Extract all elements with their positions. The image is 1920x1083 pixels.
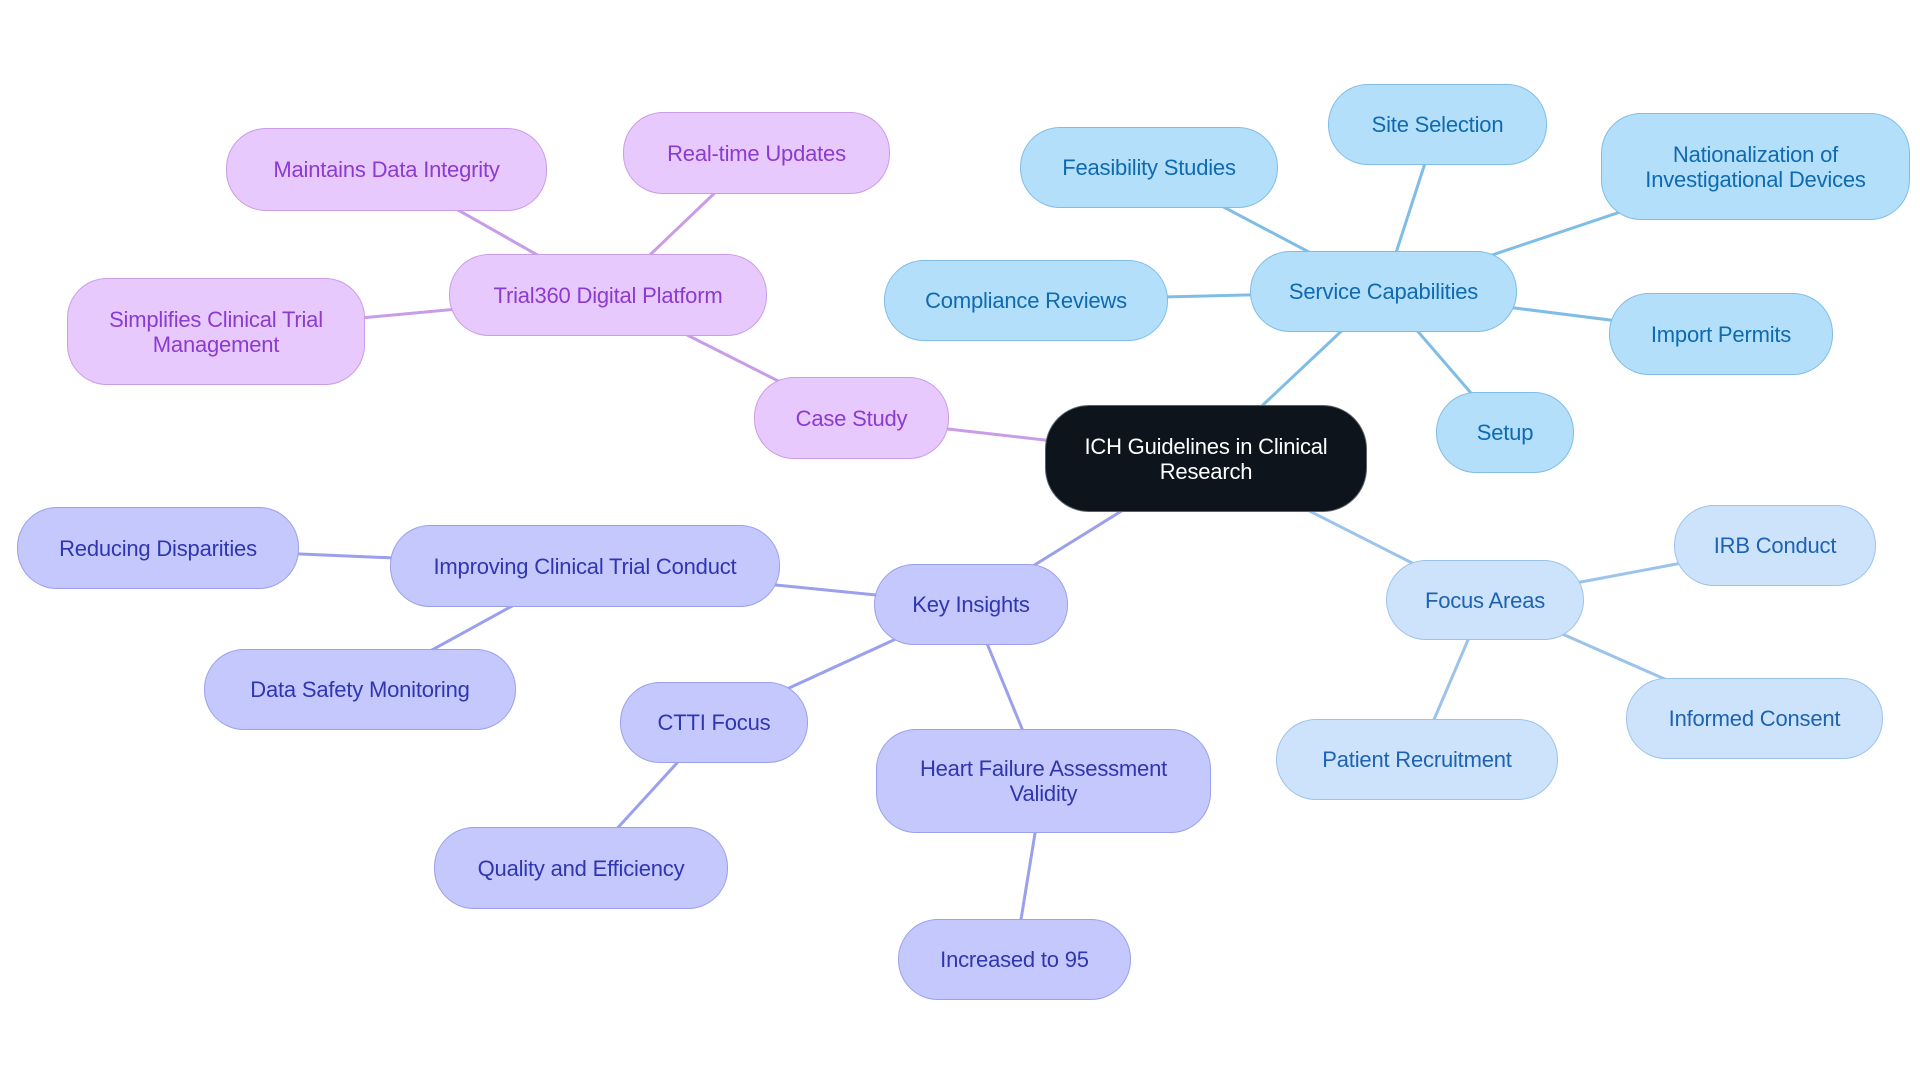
node-label: Case Study [795, 405, 908, 431]
node-case-study[interactable]: Case Study [754, 377, 949, 459]
node-label: Setup [1476, 420, 1534, 445]
node-label: Site Selection [1371, 112, 1504, 137]
node-label: Simplifies Clinical Trial Management [109, 306, 323, 357]
node-label: Key Insights [912, 592, 1030, 617]
node-import-permits[interactable]: Import Permits [1609, 293, 1833, 375]
node-label: Focus Areas [1424, 587, 1546, 613]
node-label: Real-time Updates [667, 140, 846, 166]
node-focus-areas[interactable]: Focus Areas [1386, 560, 1584, 640]
node-informed-consent[interactable]: Informed Consent [1626, 678, 1883, 759]
node-label: IRB Conduct [1713, 533, 1837, 558]
node-label: Feasibility Studies [1062, 155, 1236, 180]
node-improving-clinical-trial-conduct[interactable]: Improving Clinical Trial Conduct [390, 525, 780, 607]
node-label: Trial360 Digital Platform [493, 282, 723, 308]
node-label: Patient Recruitment [1322, 747, 1512, 772]
node-label: Nationalization of Investigational Devic… [1645, 141, 1866, 192]
node-label: CTTI Focus [657, 710, 771, 735]
root-node-label: ICH Guidelines in Clinical Research [1084, 433, 1328, 484]
node-label: Import Permits [1650, 321, 1792, 347]
node-key-insights[interactable]: Key Insights [874, 564, 1068, 645]
node-label: Reducing Disparities [59, 535, 257, 561]
node-label: Informed Consent [1668, 706, 1841, 731]
node-data-safety-monitoring[interactable]: Data Safety Monitoring [204, 649, 516, 730]
node-nationalization-of-investigational-devices[interactable]: Nationalization of Investigational Devic… [1601, 113, 1910, 220]
node-increased-to-95[interactable]: Increased to 95 [898, 919, 1131, 1000]
node-service-capabilities[interactable]: Service Capabilities [1250, 251, 1517, 332]
node-label: Improving Clinical Trial Conduct [433, 553, 737, 579]
node-label: Service Capabilities [1288, 279, 1479, 304]
node-label: Compliance Reviews [925, 288, 1127, 313]
node-real-time-updates[interactable]: Real-time Updates [623, 112, 890, 194]
node-compliance-reviews[interactable]: Compliance Reviews [884, 260, 1168, 341]
node-quality-and-efficiency[interactable]: Quality and Efficiency [434, 827, 728, 909]
root-node[interactable]: ICH Guidelines in Clinical Research [1045, 405, 1367, 512]
node-simplifies-clinical-trial-management[interactable]: Simplifies Clinical Trial Management [67, 278, 365, 385]
node-irb-conduct[interactable]: IRB Conduct [1674, 505, 1876, 586]
node-label: Maintains Data Integrity [273, 157, 500, 182]
node-setup[interactable]: Setup [1436, 392, 1574, 473]
node-site-selection[interactable]: Site Selection [1328, 84, 1547, 165]
node-label: Quality and Efficiency [477, 855, 685, 881]
node-maintains-data-integrity[interactable]: Maintains Data Integrity [226, 128, 547, 211]
node-reducing-disparities[interactable]: Reducing Disparities [17, 507, 299, 589]
node-ctti-focus[interactable]: CTTI Focus [620, 682, 808, 763]
node-label: Heart Failure Assessment Validity [919, 756, 1168, 806]
node-patient-recruitment[interactable]: Patient Recruitment [1276, 719, 1558, 800]
node-heart-failure-assessment-validity[interactable]: Heart Failure Assessment Validity [876, 729, 1211, 833]
node-label: Increased to 95 [940, 947, 1089, 972]
node-feasibility-studies[interactable]: Feasibility Studies [1020, 127, 1278, 208]
node-label: Data Safety Monitoring [250, 677, 470, 702]
node-trial360-digital-platform[interactable]: Trial360 Digital Platform [449, 254, 767, 336]
